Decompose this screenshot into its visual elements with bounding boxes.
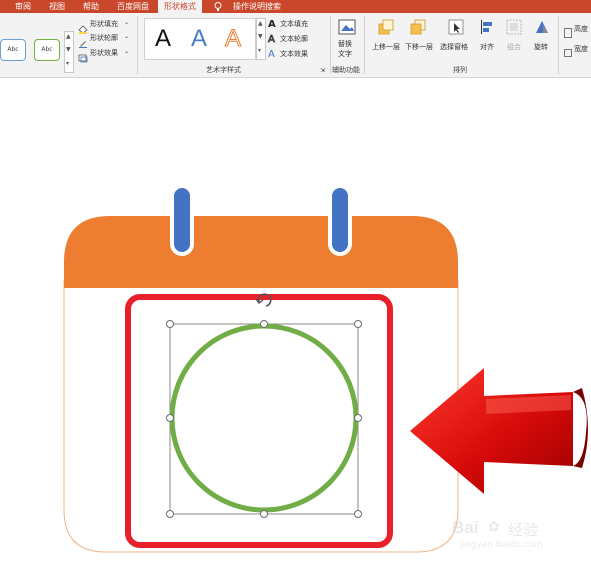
group-button[interactable]: 组合 <box>507 42 521 52</box>
alt-text-icon <box>338 19 356 35</box>
lightbulb-icon[interactable] <box>212 0 224 13</box>
shape-styles-scroll[interactable]: ▲ ▼ ▾ <box>64 31 74 73</box>
ribbon-separator <box>330 16 331 74</box>
send-backward-icon <box>410 19 426 35</box>
shape-effects-icon <box>78 48 88 63</box>
calendar-header <box>64 216 458 288</box>
rotate-button[interactable]: 旋转 <box>534 42 548 52</box>
width-icon <box>564 43 572 57</box>
text-fill-button[interactable]: 文本填充 <box>280 19 308 29</box>
selection-pane-button[interactable]: 选择窗格 <box>440 42 468 52</box>
selection-pane-icon <box>448 19 464 35</box>
calendar-ring-right <box>332 188 348 252</box>
calendar-icon <box>63 184 459 553</box>
tab-view[interactable]: 视图 <box>42 0 72 13</box>
baidu-watermark: Bai ✿ 经验 jingyan.baidu.com <box>452 518 588 554</box>
width-field-label[interactable]: 宽度 <box>574 44 588 54</box>
group-icon <box>506 19 522 35</box>
ribbon-tab-bar: 审阅 视图 帮助 百度网盘 形状格式 操作说明搜索 <box>0 0 591 13</box>
tab-review[interactable]: 审阅 <box>8 0 38 13</box>
wordart-gallery[interactable]: A A A <box>144 18 256 60</box>
calendar-ring-left <box>174 188 190 252</box>
alt-text-button-line2[interactable]: 文字 <box>338 49 352 59</box>
align-icon <box>480 19 494 35</box>
bring-forward-button[interactable]: 上移一层 <box>372 42 400 52</box>
tab-shape-format[interactable]: 形状格式 <box>158 0 202 13</box>
bring-forward-icon <box>378 19 394 35</box>
height-field-label[interactable]: 高度 <box>574 24 588 34</box>
tab-help[interactable]: 帮助 <box>76 0 106 13</box>
shape-outline-dropdown-icon[interactable]: ⌄ <box>124 33 129 40</box>
paw-icon: ✿ <box>488 519 500 535</box>
ribbon-separator <box>137 16 138 74</box>
text-effects-icon: A <box>268 49 275 60</box>
wordart-scroll[interactable]: ▲ ▼ ▾ <box>256 18 266 60</box>
shape-style-preset-2[interactable]: Abc <box>34 39 60 61</box>
shape-outline-button[interactable]: 形状轮廓 <box>90 33 118 43</box>
wordart-style-orange-outline[interactable]: A <box>224 25 241 53</box>
shape-fill-button[interactable]: 形状填充 <box>90 19 118 29</box>
shape-effects-button[interactable]: 形状效果 <box>90 48 118 58</box>
send-backward-button[interactable]: 下移一层 <box>405 42 433 52</box>
rotate-icon <box>534 19 550 35</box>
text-outline-button[interactable]: 文本轮廓 <box>280 34 308 44</box>
watermark-url: jingyan.baidu.com <box>460 540 544 550</box>
shape-fill-icon <box>78 19 88 34</box>
tab-baidu-netdisk[interactable]: 百度网盘 <box>112 0 154 13</box>
text-outline-icon: A <box>268 34 276 46</box>
slide-canvas: Bai ✿ 经验 jingyan.baidu.com <box>0 78 591 578</box>
alt-text-button-line1[interactable]: 替换 <box>338 39 352 49</box>
tell-me-search[interactable]: 操作说明搜索 <box>228 0 286 13</box>
wordart-style-black[interactable]: A <box>155 25 171 53</box>
ribbon-separator <box>558 16 559 74</box>
accessibility-group-label: 辅助功能 <box>332 66 360 74</box>
shape-style-preset-1[interactable]: Abc <box>0 39 26 61</box>
shape-effects-dropdown-icon[interactable]: ⌄ <box>124 48 129 55</box>
wordart-style-blue[interactable]: A <box>191 25 207 53</box>
ribbon-separator <box>364 16 365 74</box>
wordart-dialog-launcher-icon[interactable]: ⇲ <box>320 67 325 74</box>
height-icon <box>564 23 572 38</box>
arrange-group-label: 排列 <box>453 66 467 74</box>
watermark-brand-cn: 经验 <box>508 521 539 539</box>
shape-outline-icon <box>78 33 88 48</box>
text-fill-icon: A <box>268 19 276 30</box>
watermark-brand: Bai <box>452 518 479 537</box>
text-effects-button[interactable]: 文本效果 <box>280 49 308 59</box>
wordart-group-label: 艺术字样式 <box>206 66 241 74</box>
ribbon: Abc Abc ▲ ▼ ▾ 形状填充 ⌄ 形状轮廓 ⌄ 形状效果 ⌄ A A A… <box>0 13 591 78</box>
shape-fill-dropdown-icon[interactable]: ⌄ <box>124 19 129 26</box>
align-button[interactable]: 对齐 <box>480 42 494 52</box>
